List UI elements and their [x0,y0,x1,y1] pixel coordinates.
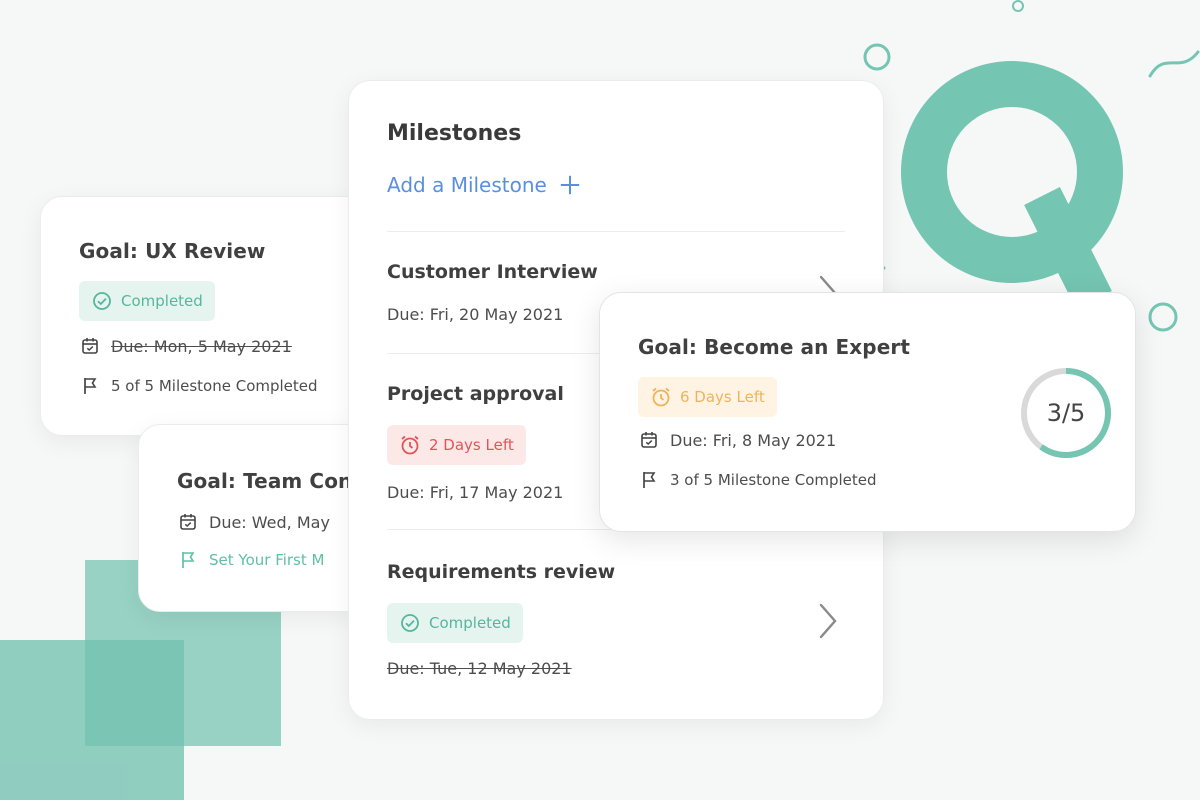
add-milestone-label: Add a Milestone [387,173,547,197]
due-date-text: Due: Fri, 17 May 2021 [387,483,564,502]
flag-icon [177,549,199,571]
due-date-text: Due: Fri, 8 May 2021 [670,430,837,450]
milestone-title: Project approval [387,383,564,405]
status-badge-label: 2 Days Left [429,436,514,454]
due-date-text: Due: Wed, May [209,512,330,532]
calendar-icon [79,335,101,357]
flag-icon [638,469,660,491]
milestone-item[interactable]: Requirements review Completed Due: Tue, … [349,531,885,701]
status-badge: Completed [79,281,215,321]
status-badge: 2 Days Left [387,425,526,465]
divider [387,231,845,232]
deco-ring-tiny [1012,0,1024,12]
milestone-title: Customer Interview [387,261,598,283]
goal-card-team[interactable]: Goal: Team Con Due: Wed, May Set Your Fi… [138,424,370,612]
goal-title: Goal: Team Con [177,469,353,493]
goal-card-ux-review[interactable]: Goal: UX Review Completed Due: Mon, 5 Ma… [40,196,370,436]
progress-ring: 3/5 [1018,365,1114,461]
goal-title: Goal: Become an Expert [638,335,911,359]
milestone-progress-text: 5 of 5 Milestone Completed [111,377,318,395]
due-date: Due: Fri, 20 May 2021 [387,305,563,324]
brand-logo-q [901,61,1123,309]
goal-card-become-expert[interactable]: Goal: Become an Expert 6 Days Left Due: … [599,292,1136,532]
alarm-clock-icon [399,434,421,456]
due-date: Due: Fri, 17 May 2021 [387,483,563,502]
due-date: Due: Fri, 8 May 2021 [638,429,836,451]
deco-ring-small [863,43,891,71]
deco-square-small [0,640,184,800]
milestone-progress-text: 3 of 5 Milestone Completed [670,471,877,489]
milestone-progress: 3 of 5 Milestone Completed [638,469,877,491]
check-circle-icon [91,290,113,312]
status-badge: 6 Days Left [638,377,777,417]
goal-title: Goal: UX Review [79,239,266,263]
due-date: Due: Wed, May [177,511,330,533]
calendar-icon [177,511,199,533]
alarm-clock-icon [650,386,672,408]
chevron-right-icon[interactable] [815,601,843,641]
flag-icon [79,375,101,397]
due-date-text: Due: Tue, 12 May 2021 [387,659,572,678]
deco-ring-right [1148,302,1178,332]
due-date: Due: Tue, 12 May 2021 [387,659,572,678]
check-circle-icon [399,612,421,634]
milestone-title: Requirements review [387,561,616,583]
plus-icon [559,174,581,196]
due-date: Due: Mon, 5 May 2021 [79,335,292,357]
due-date-text: Due: Mon, 5 May 2021 [111,336,292,356]
status-badge-label: 6 Days Left [680,388,765,406]
status-badge-label: Completed [429,614,511,632]
calendar-icon [638,429,660,451]
due-date-text: Due: Fri, 20 May 2021 [387,305,564,324]
status-badge-label: Completed [121,292,203,310]
milestones-heading: Milestones [387,121,522,146]
deco-squiggle-top [1148,50,1200,78]
add-milestone-button[interactable]: Add a Milestone [387,173,581,197]
milestone-progress: 5 of 5 Milestone Completed [79,375,318,397]
progress-ring-label: 3/5 [1046,399,1086,427]
status-badge: Completed [387,603,523,643]
set-first-milestone-text: Set Your First M [209,551,325,569]
set-first-milestone-link[interactable]: Set Your First M [177,549,324,571]
